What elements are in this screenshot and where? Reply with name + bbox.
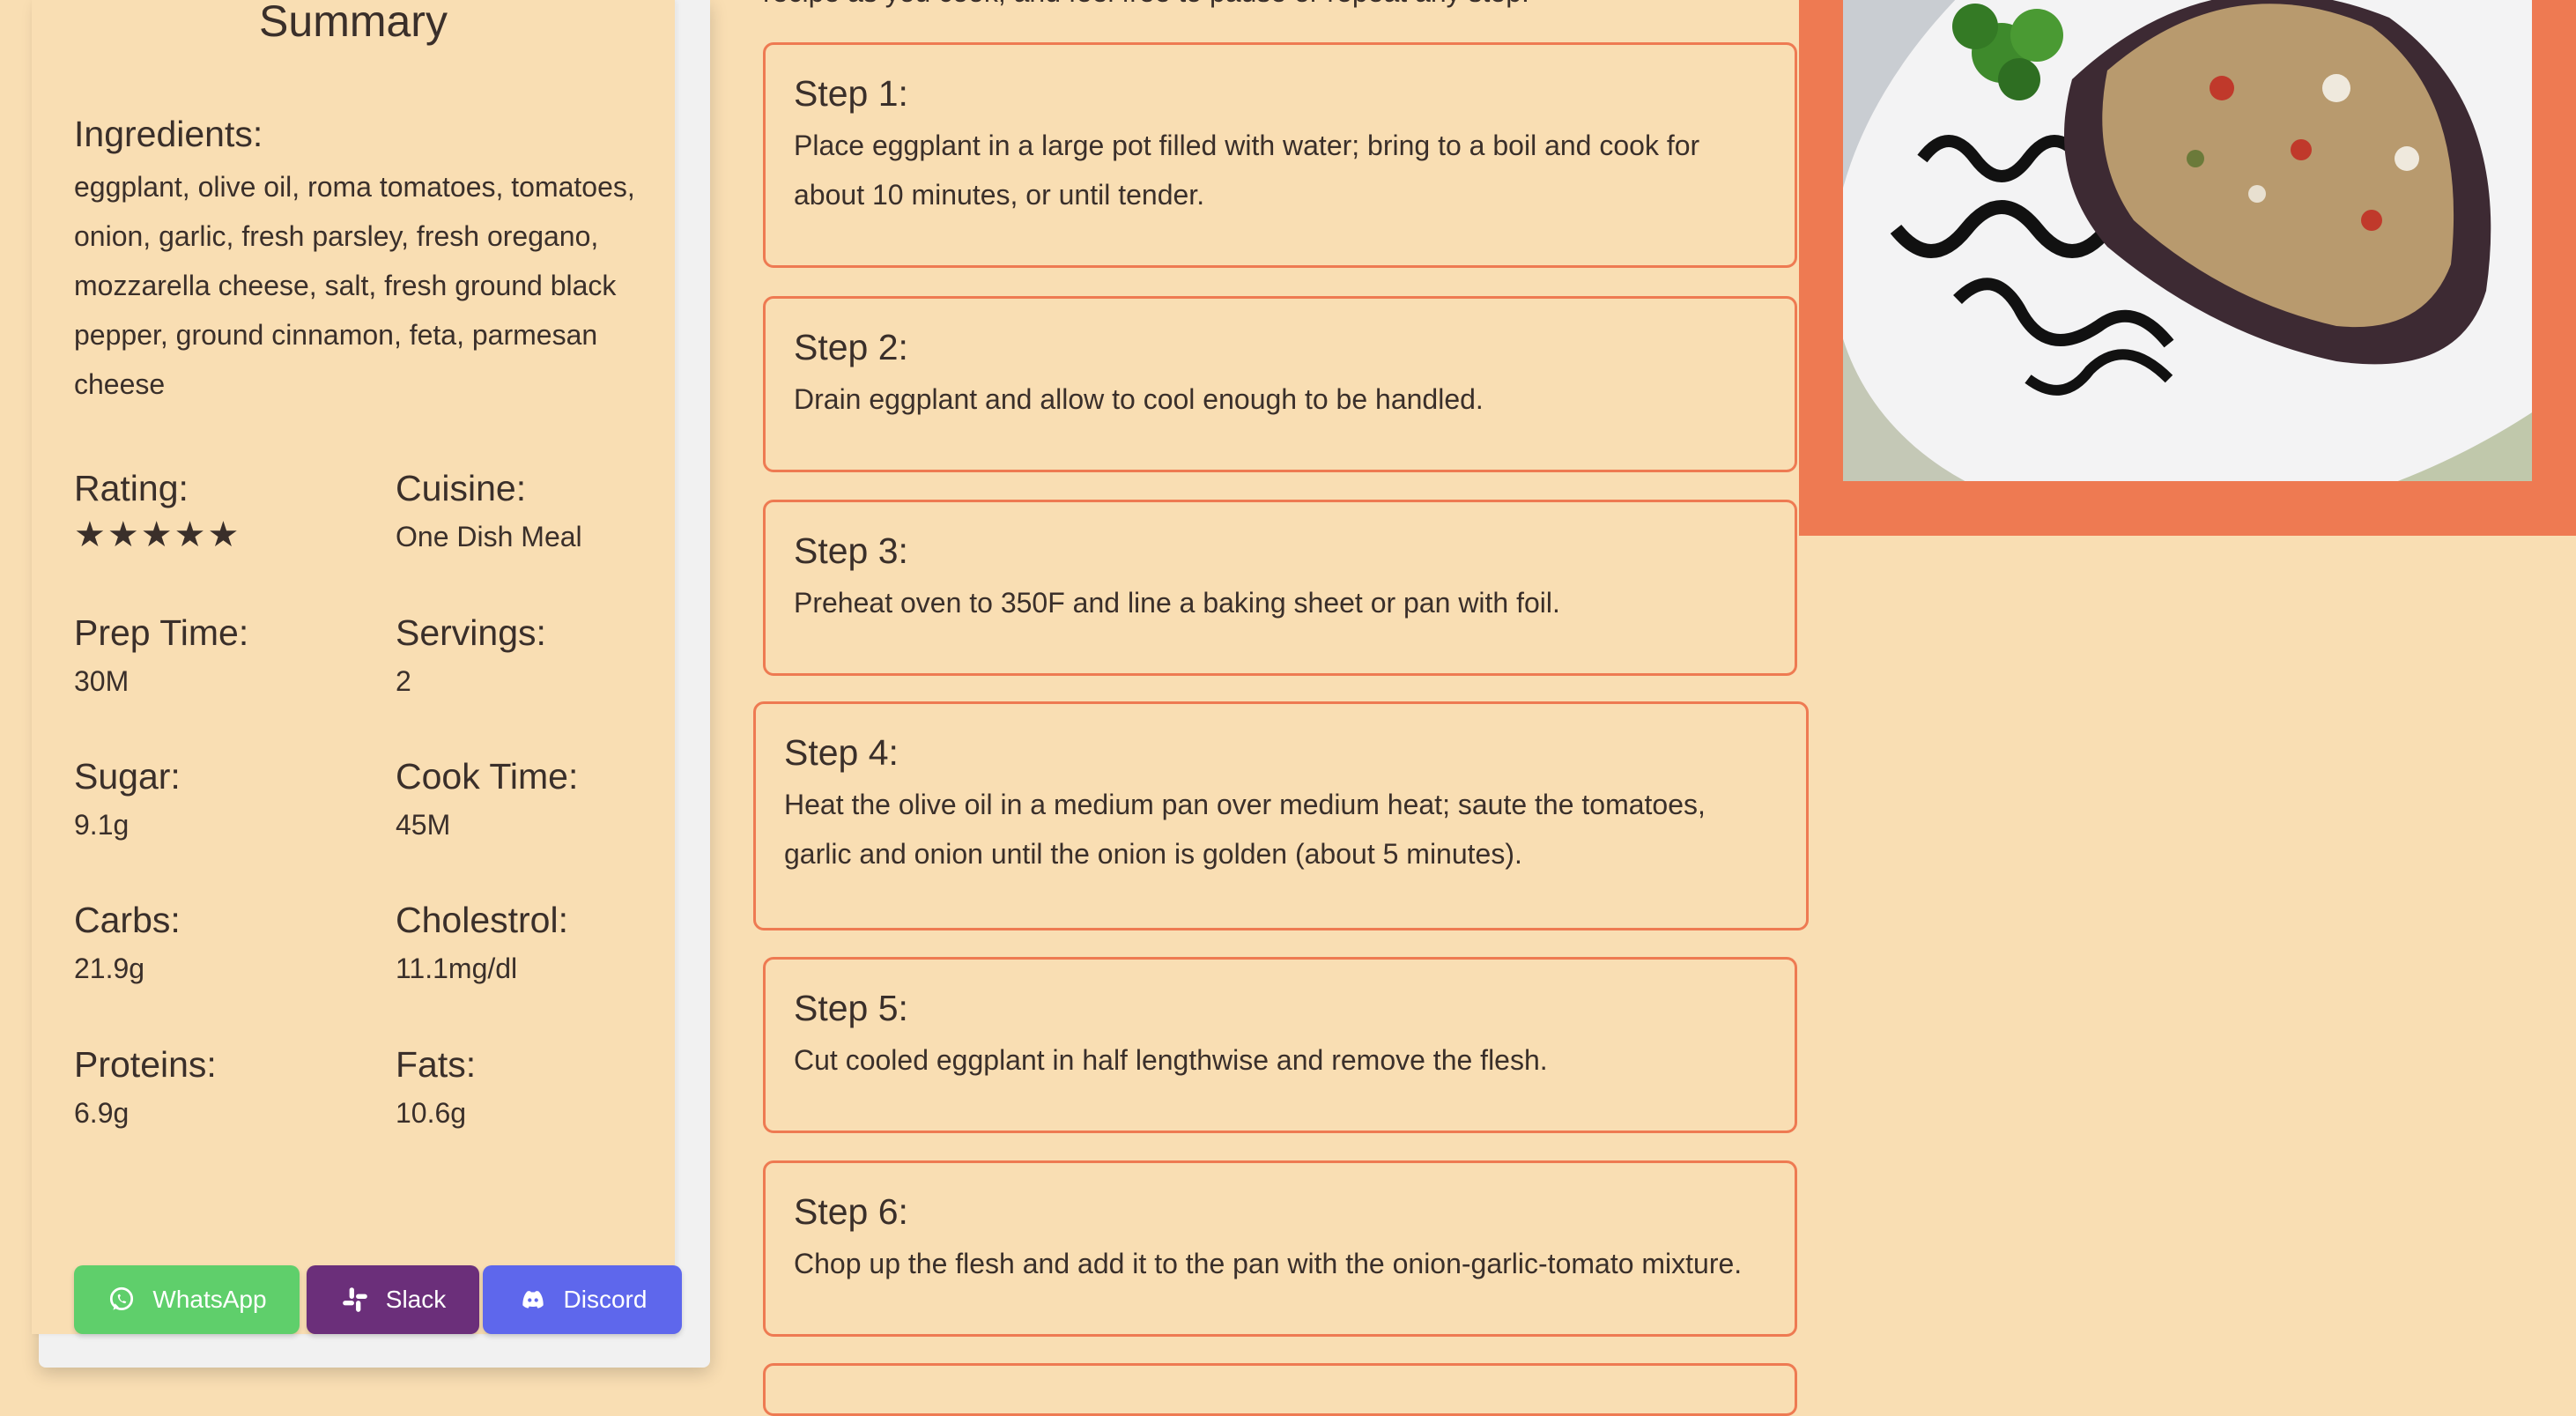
servings-label: Servings: [396,612,546,653]
step-title: Step 4: [784,732,899,773]
step-description: Cut cooled eggplant in half lengthwise a… [794,1044,1548,1076]
step-card-6[interactable]: Step 6: Chop up the flesh and add it to … [763,1160,1797,1337]
step-description: Drain eggplant and allow to cool enough … [794,383,1484,415]
step-description: Chop up the flesh and add it to the pan … [794,1248,1743,1279]
cook-time-field: Cook Time: 45M [396,752,578,845]
cook-time-value: 45M [396,809,451,841]
whatsapp-share-button[interactable]: WhatsApp [74,1265,300,1334]
prep-time-value: 30M [74,665,130,697]
slack-share-button[interactable]: Slack [307,1265,479,1334]
discord-label: Discord [563,1286,648,1313]
step-title: Step 2: [794,327,908,367]
whatsapp-icon [110,1286,134,1311]
proteins-field: Proteins: 6.9g [74,1040,217,1133]
cuisine-label: Cuisine: [396,468,527,508]
prep-time-field: Prep Time: 30M [74,608,248,701]
fats-label: Fats: [396,1044,477,1085]
discord-share-button[interactable]: Discord [483,1265,682,1334]
cuisine-field: Cuisine: One Dish Meal [396,463,582,557]
step-card-1[interactable]: Step 1: Place eggplant in a large pot fi… [763,42,1797,268]
ingredients-list: eggplant, olive oil, roma tomatoes, toma… [74,171,635,400]
servings-value: 2 [396,665,411,697]
carbs-field: Carbs: 21.9g [74,895,181,989]
step-title: Step 1: [794,73,908,114]
recipe-image-frame [1799,0,2576,536]
steps-intro-text: recipe as you cook, and feel free to pau… [763,0,1529,12]
summary-title: Summary [259,0,448,46]
step-card-5[interactable]: Step 5: Cut cooled eggplant in half leng… [763,957,1797,1133]
step-title: Step 5: [794,988,908,1028]
proteins-value: 6.9g [74,1097,130,1129]
ingredients-label: Ingredients: [74,114,263,154]
cholestrol-value: 11.1mg/dl [396,953,518,984]
fats-field: Fats: 10.6g [396,1040,476,1133]
sugar-field: Sugar: 9.1g [74,752,181,845]
proteins-label: Proteins: [74,1044,217,1085]
rating-field: Rating: ★★★★★ [74,463,241,555]
step-card-4[interactable]: Step 4: Heat the olive oil in a medium p… [753,701,1809,930]
cuisine-value: One Dish Meal [396,521,582,552]
cholestrol-label: Cholestrol: [396,900,568,940]
step-card-7[interactable] [763,1363,1797,1416]
step-card-2[interactable]: Step 2: Drain eggplant and allow to cool… [763,296,1797,472]
step-title: Step 3: [794,530,908,571]
carbs-value: 21.9g [74,953,145,984]
step-card-3[interactable]: Step 3: Preheat oven to 350F and line a … [763,500,1797,676]
slack-label: Slack [385,1286,447,1313]
fats-value: 10.6g [396,1097,467,1129]
carbs-label: Carbs: [74,900,181,940]
whatsapp-label: WhatsApp [152,1286,267,1313]
step-title: Step 6: [794,1191,908,1232]
rating-label: Rating: [74,468,189,508]
cholestrol-field: Cholestrol: 11.1mg/dl [396,895,568,989]
slack-icon [342,1287,367,1312]
step-description: Place eggplant in a large pot filled wit… [794,130,1700,211]
rating-stars: ★★★★★ [74,515,241,554]
summary-panel: Summary Ingredients: eggplant, olive oil… [32,0,682,1334]
recipe-photo [1843,0,2532,481]
cook-time-label: Cook Time: [396,756,579,797]
sugar-label: Sugar: [74,756,181,797]
servings-field: Servings: 2 [396,608,546,701]
step-description: Preheat oven to 350F and line a baking s… [794,587,1560,619]
prep-time-label: Prep Time: [74,612,249,653]
discord-icon [522,1291,544,1309]
sugar-value: 9.1g [74,809,130,841]
step-description: Heat the olive oil in a medium pan over … [784,789,1706,870]
